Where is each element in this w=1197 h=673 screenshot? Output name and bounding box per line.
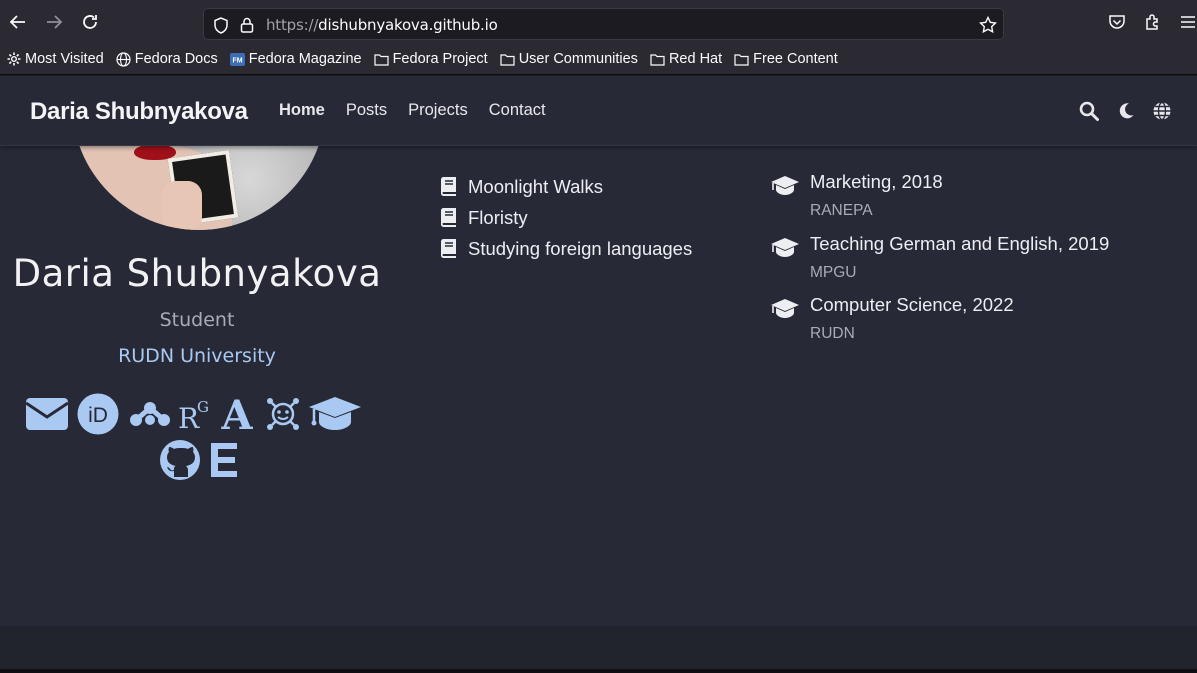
github-icon[interactable] bbox=[158, 439, 202, 481]
search-icon bbox=[1079, 101, 1099, 121]
globe-icon bbox=[116, 51, 131, 67]
svg-text:iD: iD bbox=[88, 404, 108, 427]
graduation-cap-icon bbox=[770, 175, 800, 197]
bookmark-label: Free Content bbox=[753, 51, 838, 67]
bookmark-user-communities[interactable]: User Communities bbox=[500, 51, 638, 67]
interest-label: Moonlight Walks bbox=[468, 175, 604, 197]
book-icon bbox=[440, 239, 457, 258]
language-button[interactable] bbox=[1151, 100, 1173, 122]
globe-icon bbox=[1153, 101, 1171, 121]
page-content: Daria Shubnyakova Home Posts Projects Co… bbox=[0, 76, 1197, 626]
forward-button[interactable] bbox=[42, 10, 66, 34]
bookmarks-bar: Most Visited Fedora Docs FM Fedora Magaz… bbox=[0, 44, 1197, 75]
gear-icon bbox=[6, 52, 21, 67]
arrow-right-icon bbox=[47, 15, 63, 29]
folder-icon bbox=[373, 52, 389, 67]
education-degree: Teaching German and English, 2019 bbox=[810, 232, 1110, 254]
education-institution: MPGU bbox=[810, 263, 857, 281]
theme-toggle[interactable] bbox=[1115, 100, 1137, 122]
fm-icon: FM bbox=[229, 52, 245, 67]
education-degree: Marketing, 2018 bbox=[810, 171, 943, 192]
pocket-icon bbox=[1109, 15, 1125, 29]
interest-label: Floristy bbox=[468, 206, 528, 228]
interest-label: Studying foreign languages bbox=[468, 237, 693, 259]
folder-icon bbox=[500, 52, 515, 67]
svg-text:FM: FM bbox=[232, 57, 242, 64]
book-icon bbox=[440, 208, 457, 227]
bookmark-label: Fedora Magazine bbox=[248, 51, 362, 67]
bookmark-label: Fedora Project bbox=[392, 51, 488, 67]
profile-organization[interactable]: RUDN University bbox=[0, 345, 394, 367]
researchgate-icon[interactable]: RG bbox=[176, 397, 214, 431]
profile-role: Student bbox=[159, 309, 235, 331]
site-navbar: Daria Shubnyakova Home Posts Projects Co… bbox=[0, 76, 1197, 146]
shield-icon[interactable] bbox=[212, 16, 230, 34]
folder-icon bbox=[650, 52, 665, 67]
semanticscholar-icon[interactable] bbox=[264, 396, 302, 432]
bookmark-label: Red Hat bbox=[668, 51, 723, 67]
search-button[interactable] bbox=[1078, 100, 1100, 122]
interests-list: Moonlight Walks Floristy Studying foreig… bbox=[440, 171, 692, 264]
nav-home[interactable]: Home bbox=[279, 101, 325, 120]
folder-icon bbox=[734, 52, 749, 67]
nav-posts[interactable]: Posts bbox=[346, 101, 387, 120]
lock-icon[interactable] bbox=[238, 16, 256, 34]
menu-button[interactable] bbox=[1178, 12, 1197, 32]
bookmark-label: Fedora Docs bbox=[134, 51, 218, 67]
book-icon bbox=[440, 177, 457, 196]
extensions-button[interactable] bbox=[1143, 12, 1163, 32]
reload-button[interactable] bbox=[78, 10, 102, 34]
page-footer-area bbox=[0, 626, 1197, 673]
hamburger-icon bbox=[1181, 16, 1195, 28]
reload-icon bbox=[83, 15, 97, 29]
graduation-cap-icon bbox=[770, 298, 800, 320]
puzzle-icon bbox=[1146, 14, 1158, 30]
moon-icon bbox=[1119, 103, 1134, 119]
url-bar[interactable]: https://dishubnyakova.github.io bbox=[203, 8, 1004, 40]
bookmark-fedora-magazine[interactable]: FM Fedora Magazine bbox=[229, 51, 362, 67]
e-icon[interactable] bbox=[208, 441, 242, 479]
graduation-cap-icon[interactable] bbox=[308, 394, 362, 434]
star-icon[interactable] bbox=[979, 16, 997, 34]
profile-name: Daria Shubnyakova bbox=[12, 252, 382, 295]
svg-text:G: G bbox=[197, 398, 209, 416]
nav-links: Home Posts Projects Contact bbox=[279, 101, 567, 120]
bookmark-most-visited[interactable]: Most Visited bbox=[6, 51, 104, 67]
bookmark-label: User Communities bbox=[518, 51, 638, 67]
envelope-icon[interactable] bbox=[24, 397, 70, 431]
svg-text:A: A bbox=[220, 395, 253, 433]
list-item: Studying foreign languages bbox=[440, 233, 692, 264]
pocket-button[interactable] bbox=[1107, 12, 1127, 32]
back-button[interactable] bbox=[6, 10, 30, 34]
bookmark-free-content[interactable]: Free Content bbox=[734, 51, 838, 67]
academia-icon[interactable]: A bbox=[216, 395, 258, 433]
list-item: Floristy bbox=[440, 202, 692, 233]
social-links-row-2 bbox=[155, 438, 245, 482]
education-institution: RUDN bbox=[810, 325, 855, 342]
bookmark-fedora-docs[interactable]: Fedora Docs bbox=[116, 51, 218, 67]
arrow-left-icon bbox=[9, 15, 25, 29]
nav-contact[interactable]: Contact bbox=[489, 101, 546, 120]
bookmark-label: Most Visited bbox=[25, 51, 104, 67]
orcid-icon[interactable]: iD bbox=[76, 393, 120, 435]
list-item: Moonlight Walks bbox=[440, 171, 692, 202]
education-degree: Computer Science, 2022 bbox=[810, 294, 1014, 315]
social-links-row-1: iD RG A bbox=[18, 392, 368, 436]
url-protocol: https:// bbox=[266, 16, 319, 34]
site-brand[interactable]: Daria Shubnyakova bbox=[30, 98, 248, 126]
url-text[interactable]: https://dishubnyakova.github.io bbox=[266, 16, 498, 34]
nav-projects[interactable]: Projects bbox=[408, 101, 468, 120]
browser-toolbar: https://dishubnyakova.github.io bbox=[0, 0, 1197, 44]
mendeley-icon[interactable] bbox=[128, 400, 172, 428]
education-institution: RANEPA bbox=[810, 202, 873, 219]
bookmark-red-hat[interactable]: Red Hat bbox=[650, 51, 722, 67]
graduation-cap-icon bbox=[770, 237, 800, 259]
bookmark-fedora-project[interactable]: Fedora Project bbox=[373, 51, 488, 67]
url-host: dishubnyakova.github.io bbox=[318, 16, 498, 34]
